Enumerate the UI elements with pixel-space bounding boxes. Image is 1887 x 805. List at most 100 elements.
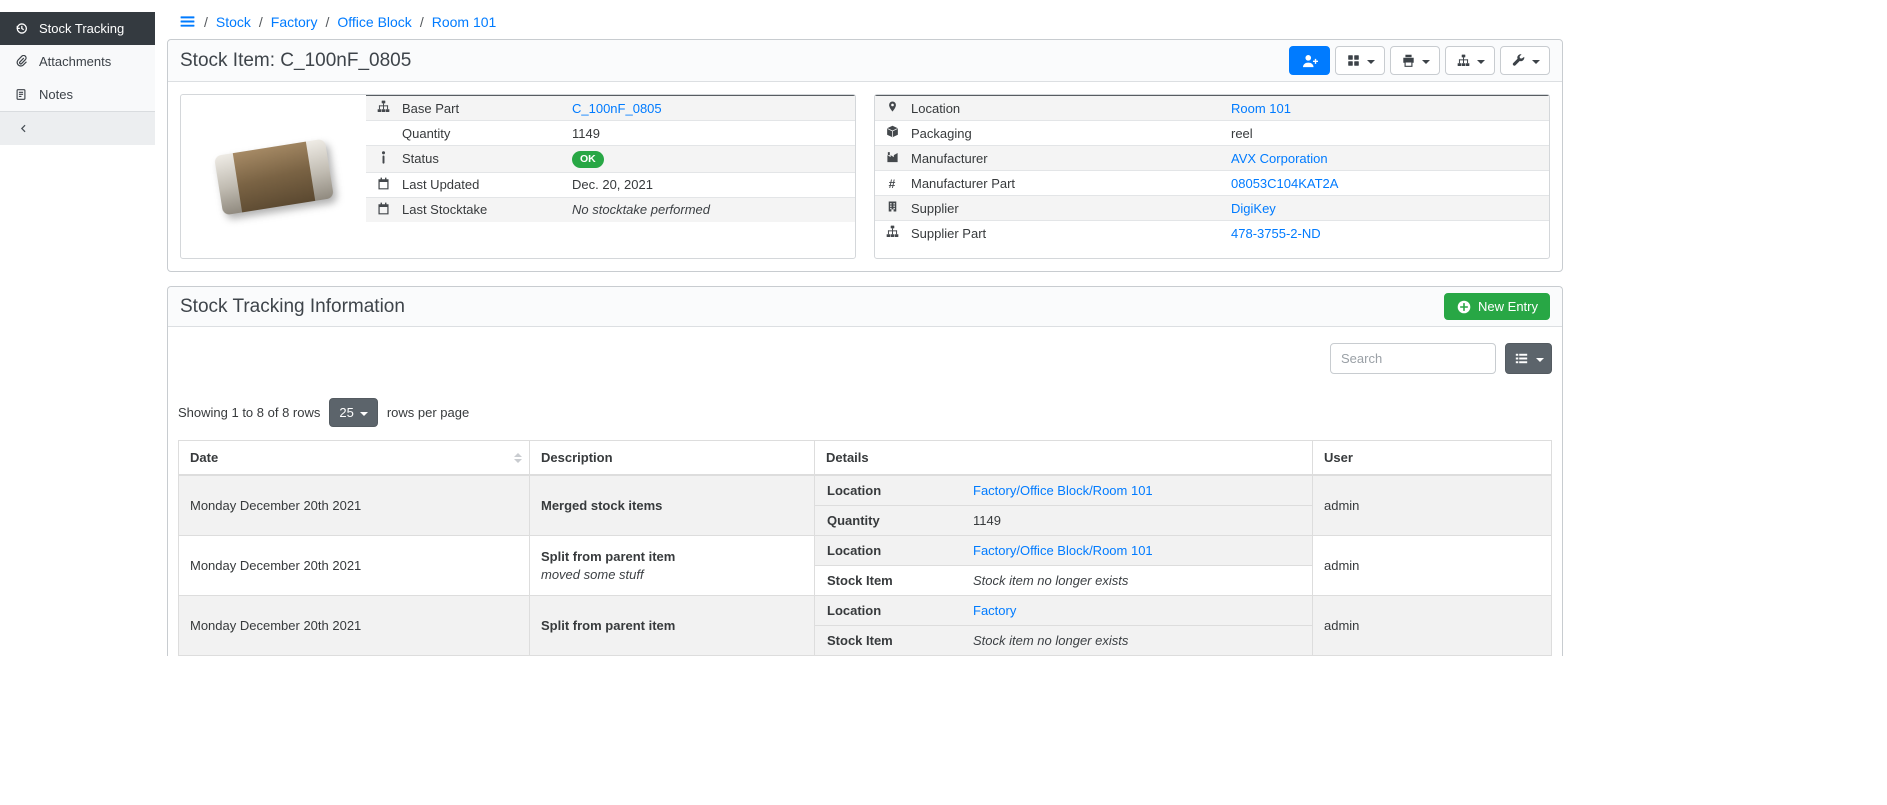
grid-icon (1345, 54, 1361, 67)
tracking-date: Monday December 20th 2021 (179, 536, 530, 596)
breadcrumb-link-office-block[interactable]: Office Block (337, 14, 411, 30)
detail-value: reel (1231, 126, 1253, 141)
new-entry-button[interactable]: New Entry (1444, 293, 1550, 320)
caret-down-icon (1367, 60, 1375, 64)
new-entry-label: New Entry (1478, 299, 1538, 314)
chevron-left-icon (15, 122, 31, 135)
column-header-user: User (1313, 441, 1552, 476)
detail-value-link[interactable]: 08053C104KAT2A (1231, 176, 1338, 191)
sidebar-item-notes[interactable]: Notes (0, 78, 155, 111)
user-plus-icon (1302, 54, 1318, 68)
tracking-detail-row: LocationFactory/Office Block/Room 101 (815, 476, 1312, 506)
calendar-icon (375, 202, 391, 215)
sidebar-item-label: Stock Tracking (39, 21, 124, 36)
breadcrumb-link-stock[interactable]: Stock (216, 14, 251, 30)
breadcrumb-separator: / (259, 14, 263, 30)
print-actions-button[interactable] (1390, 46, 1440, 75)
sitemap-icon (1455, 54, 1471, 67)
map-pin-icon (884, 100, 900, 113)
detail-row: Base Part C_100nF_0805 (366, 96, 855, 121)
main-content: /Stock/Factory/Office Block/Room 101 Sto… (167, 12, 1563, 656)
detail-label: Quantity (393, 121, 563, 146)
tracking-description-cell: Split from parent itemmoved some stuff (530, 536, 815, 596)
paperclip-icon (13, 55, 29, 68)
tracking-user: admin (1313, 475, 1552, 536)
detail-row: LocationRoom 101 (875, 96, 1549, 121)
sidebar-item-attachments[interactable]: Attachments (0, 45, 155, 78)
details-table-right: LocationRoom 101Packaging reel Manufacture… (875, 95, 1549, 246)
tracking-description-cell: Split from parent item (530, 596, 815, 656)
sidebar-collapse-button[interactable] (0, 111, 155, 145)
part-image[interactable] (181, 95, 366, 258)
tracking-details-cell: LocationFactory/Office Block/Room 101Qua… (815, 475, 1313, 536)
detail-value-link[interactable]: AVX Corporation (1231, 151, 1328, 166)
detail-label: Manufacturer (902, 146, 1222, 171)
tracking-description: Split from parent item (541, 549, 803, 564)
detail-value: No stocktake performed (572, 202, 710, 217)
detail-value-link[interactable]: DigiKey (1231, 201, 1276, 216)
stock-actions-button[interactable] (1445, 46, 1495, 75)
edit-actions-button[interactable] (1500, 46, 1550, 75)
details-table-left: Base PartC_100nF_0805Quantity1149StatusO… (366, 95, 855, 222)
tracking-detail-link[interactable]: Factory/Office Block/Room 101 (973, 543, 1153, 558)
page-size-button[interactable]: 25 (329, 398, 377, 427)
column-header-date[interactable]: Date (179, 441, 530, 476)
sidebar-item-stock-tracking[interactable]: Stock Tracking (0, 12, 155, 45)
tracking-detail-row: Quantity1149 (815, 506, 1312, 536)
detail-label: Base Part (393, 96, 563, 121)
breadcrumb-link-room-101[interactable]: Room 101 (432, 14, 497, 30)
detail-value-link[interactable]: Room 101 (1231, 101, 1291, 116)
view-options-button[interactable] (1335, 46, 1385, 75)
stock-item-details: Base PartC_100nF_0805Quantity1149StatusO… (168, 82, 1562, 271)
sitemap-icon (375, 100, 391, 113)
tracking-detail-link[interactable]: Factory/Office Block/Room 101 (973, 483, 1153, 498)
detail-value-link[interactable]: C_100nF_0805 (572, 101, 662, 116)
tracking-row: Monday December 20th 2021Split from pare… (179, 536, 1552, 596)
columns-button[interactable] (1505, 343, 1552, 374)
detail-row: Last UpdatedDec. 20, 2021 (366, 172, 855, 197)
tracking-detail-label: Location (815, 596, 961, 626)
detail-row: Last StocktakeNo stocktake performed (366, 197, 855, 222)
detail-value-link[interactable]: 478-3755-2-ND (1231, 226, 1321, 241)
stock-item-panel: Stock Item: C_100nF_0805 Base PartC_100n… (167, 39, 1563, 272)
user-actions-button[interactable] (1289, 46, 1330, 75)
sidebar-item-label: Attachments (39, 54, 111, 69)
tracking-user: admin (1313, 536, 1552, 596)
detail-label: Packaging (902, 121, 1222, 146)
detail-row: Supplier Part 478-3755-2-ND (875, 221, 1549, 246)
detail-row: Manufacturer AVX Corporation (875, 146, 1549, 171)
toolbar (1289, 46, 1550, 75)
tracking-detail-row: Location Factory/Office Block/Room 101 (815, 536, 1312, 566)
tracking-detail-label: Location (815, 536, 961, 566)
info-icon (375, 151, 391, 164)
details-left-box: Base PartC_100nF_0805Quantity1149StatusO… (180, 94, 856, 259)
tracking-detail-row: Location Factory (815, 596, 1312, 626)
tracking-details-cell: Location Factory/Office Block/Room 101 Sto… (815, 536, 1313, 596)
capacitor-body (232, 141, 314, 212)
breadcrumb-link-factory[interactable]: Factory (271, 14, 318, 30)
detail-label: Supplier Part (902, 221, 1222, 246)
search-input[interactable] (1330, 343, 1496, 374)
tracking-detail-label: Stock Item (815, 566, 961, 596)
caret-down-icon (360, 412, 368, 416)
rows-per-page-text: rows per page (387, 405, 469, 420)
calendar-icon (375, 177, 391, 190)
caret-down-icon (1477, 60, 1485, 64)
note-icon (13, 88, 29, 101)
caret-down-icon (1536, 358, 1544, 362)
tracking-details-cell: LocationFactoryStock ItemStock item no l… (815, 596, 1313, 656)
tracking-user: admin (1313, 596, 1552, 656)
list-icon (1514, 352, 1530, 365)
detail-row: Packaging reel (875, 121, 1549, 146)
sitemap-icon (884, 225, 900, 238)
menu-icon[interactable] (178, 13, 196, 30)
tracking-description: Merged stock items (541, 498, 803, 513)
detail-label: Status (393, 146, 563, 173)
tracking-detail-link[interactable]: Factory (973, 603, 1016, 618)
industry-icon (884, 151, 900, 163)
tracking-panel-body: Showing 1 to 8 of 8 rows 25 rows per pag… (168, 327, 1562, 656)
detail-value: 1149 (572, 126, 600, 141)
hashtag-icon: # (884, 178, 900, 190)
sort-icon[interactable] (514, 452, 522, 464)
tracking-description: Split from parent item (541, 618, 803, 633)
